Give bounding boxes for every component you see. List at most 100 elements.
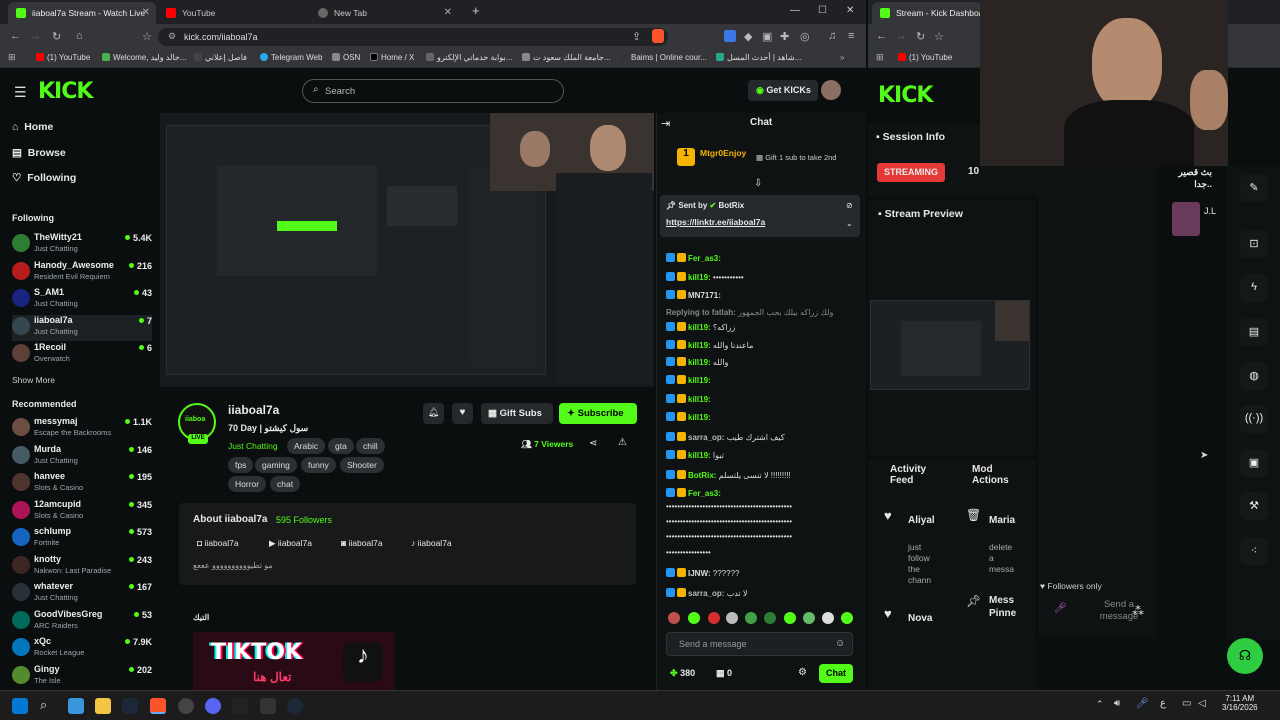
tab-kick-stream[interactable]: iiaboal7a Stream - Watch Live ✕ bbox=[8, 2, 156, 24]
sidebar-channel-item[interactable]: GoodVibesGreg ARC Raiders 53 bbox=[12, 609, 152, 635]
steam-icon[interactable] bbox=[287, 698, 303, 714]
menu-icon[interactable]: ≡ bbox=[848, 30, 854, 42]
gift-count[interactable]: ▦ 0 bbox=[716, 668, 732, 679]
chat-username[interactable]: kill19: bbox=[688, 376, 711, 385]
mic-icon[interactable]: 🎤︎ bbox=[1054, 603, 1067, 614]
tiktok-link[interactable]: ♪ iiaboal7a bbox=[411, 538, 452, 548]
wrench-icon[interactable]: ⚒ bbox=[1240, 492, 1268, 520]
tag-pill[interactable]: chat bbox=[270, 476, 301, 492]
sidebar-channel-item[interactable]: Gingy The Isle 202 bbox=[12, 664, 152, 690]
share-icon[interactable]: ⇪ bbox=[632, 30, 641, 43]
microphone-icon[interactable]: 🎤︎ bbox=[1136, 698, 1149, 709]
nav-browse[interactable]: ▤ Browse bbox=[12, 147, 66, 159]
lightning-icon[interactable]: ϟ bbox=[1240, 274, 1268, 302]
home-icon[interactable]: ⌂ bbox=[76, 30, 83, 42]
bookmark-item[interactable]: شاهد | أحدث المسل... bbox=[716, 53, 801, 62]
emote-icon[interactable]: ⁂ bbox=[1132, 604, 1144, 618]
more-bookmarks-icon[interactable]: » bbox=[840, 53, 844, 62]
tag-pill[interactable]: fps bbox=[228, 457, 254, 473]
layout-icon[interactable]: ▣ bbox=[1240, 449, 1268, 477]
epic-games-icon[interactable] bbox=[260, 698, 276, 714]
scroll-down-icon[interactable]: ⇩ bbox=[754, 178, 762, 189]
tag-pill[interactable]: gta bbox=[328, 438, 354, 454]
gift-sub-prompt[interactable]: ▦ Gift 1 sub to take 2nd bbox=[756, 153, 836, 162]
tiktok-banner[interactable]: TIKTOK تعال هنا ♪ bbox=[193, 632, 395, 690]
chat-username[interactable]: kill19: bbox=[688, 451, 711, 460]
media-icon[interactable]: ♫ bbox=[828, 30, 836, 42]
chat-settings-icon[interactable]: ⚙ bbox=[798, 667, 807, 678]
unpin-icon[interactable]: ⊘ bbox=[846, 201, 853, 210]
get-kicks-button[interactable]: ◉ Get KICKs bbox=[748, 80, 818, 101]
nav-following[interactable]: ♡ Following bbox=[12, 172, 76, 184]
close-window-icon[interactable]: ✕ bbox=[846, 5, 854, 16]
top-gifter-name[interactable]: Mtgr0Enjoy bbox=[700, 148, 746, 158]
sidebar-channel-item[interactable]: hanvee Slots & Casino 195 bbox=[12, 471, 152, 497]
share-icon[interactable]: ⋖ bbox=[589, 438, 597, 449]
camera-icon[interactable]: ⊡ bbox=[1240, 230, 1268, 258]
discord-icon[interactable] bbox=[205, 698, 221, 714]
emote-icon[interactable] bbox=[764, 612, 776, 624]
chat-username[interactable]: IJNW: bbox=[688, 569, 711, 578]
chat-username[interactable]: kill19: bbox=[688, 395, 711, 404]
chat-username[interactable]: kill19: bbox=[688, 273, 711, 282]
extension-icon[interactable] bbox=[724, 30, 736, 42]
brave-browser-icon[interactable] bbox=[150, 698, 166, 714]
emote-icon[interactable] bbox=[745, 612, 757, 624]
chat-username[interactable]: kill19: bbox=[688, 413, 711, 422]
sidebar-channel-item[interactable]: messymaj Escape the Backrooms 1.1K bbox=[12, 416, 152, 442]
youtube-link[interactable]: ▶ iiaboal7a bbox=[269, 538, 312, 549]
chat-username[interactable]: kill19: bbox=[688, 323, 711, 332]
report-icon[interactable]: ⚠ bbox=[618, 437, 627, 448]
steam-icon[interactable] bbox=[122, 698, 138, 714]
chat-username[interactable]: Replying to fatlah: bbox=[666, 308, 736, 317]
show-more-link[interactable]: Show More bbox=[12, 375, 55, 385]
search-icon[interactable]: ⌕ bbox=[40, 697, 47, 713]
clock[interactable]: 7:11 AM 3/16/2026 bbox=[1222, 694, 1258, 712]
bookmark-item[interactable]: فاصل إعلاني bbox=[194, 53, 247, 62]
bookmark-item[interactable]: Telegram Web bbox=[260, 53, 322, 62]
close-tab-icon[interactable]: ✕ bbox=[142, 7, 150, 18]
broadcast-icon[interactable]: ((·)) bbox=[1240, 405, 1268, 433]
pinned-link[interactable]: https://linktr.ee/iiaboal7a bbox=[666, 217, 765, 227]
maximize-icon[interactable]: ☐ bbox=[818, 5, 827, 16]
volume-icon[interactable]: ◁ bbox=[1198, 698, 1206, 709]
site-info-icon[interactable]: ⚙ bbox=[168, 31, 176, 42]
puzzle-icon[interactable]: ✚ bbox=[780, 30, 789, 43]
back-icon[interactable]: ← bbox=[876, 30, 887, 42]
chat-username[interactable]: BotRix: bbox=[688, 471, 716, 480]
tab-kick-dashboard[interactable]: Stream - Kick Dashboard bbox=[872, 2, 982, 24]
kick-logo[interactable]: KICK bbox=[38, 79, 93, 104]
edit-icon[interactable]: ✎ bbox=[1240, 174, 1268, 202]
emote-icon[interactable] bbox=[803, 612, 815, 624]
kick-logo[interactable]: KICK bbox=[878, 83, 933, 108]
tag-pill[interactable]: funny bbox=[301, 457, 336, 473]
bookmark-item[interactable]: OSN bbox=[332, 53, 360, 62]
hamburger-menu-icon[interactable]: ☰ bbox=[14, 84, 27, 101]
speaker-icon[interactable]: 🔊︎ bbox=[1114, 698, 1120, 709]
chat-username[interactable]: kill19: bbox=[688, 341, 711, 350]
sidebar-channel-item[interactable]: TheWitty21 Just Chatting 5.4K bbox=[12, 232, 152, 258]
sidebar-channel-item[interactable]: xQc Rocket League 7.9K bbox=[12, 636, 152, 662]
chevron-up-icon[interactable]: ⌃ bbox=[1096, 699, 1104, 710]
avatar[interactable] bbox=[821, 80, 841, 100]
bookmark-icon[interactable]: ☆ bbox=[934, 30, 944, 43]
file-explorer-icon[interactable] bbox=[95, 698, 111, 714]
sidebar-channel-item[interactable]: 1Recoil Overwatch 6 bbox=[12, 342, 152, 368]
document-icon[interactable]: ▤ bbox=[1240, 318, 1268, 346]
tab-youtube[interactable]: YouTube bbox=[158, 2, 306, 24]
forward-icon[interactable]: → bbox=[896, 30, 907, 42]
apps-grid-icon[interactable]: ⊞ bbox=[876, 52, 884, 63]
network-icon[interactable]: ▭ bbox=[1182, 698, 1191, 709]
chevron-down-icon[interactable]: ⌄ bbox=[846, 219, 853, 228]
tag-pill[interactable]: Shooter bbox=[340, 457, 384, 473]
extension-icon[interactable]: ▣ bbox=[762, 30, 772, 43]
close-tab-icon[interactable]: ✕ bbox=[444, 7, 452, 18]
tag-pill[interactable]: gaming bbox=[255, 457, 297, 473]
language-indicator[interactable]: ع bbox=[1160, 698, 1166, 709]
bookmark-item[interactable]: جامعة الملك سعود ت... bbox=[522, 53, 611, 62]
collapse-chat-icon[interactable]: ⇥ bbox=[661, 117, 670, 130]
sidebar-channel-item[interactable]: Murda Just Chatting 146 bbox=[12, 444, 152, 470]
minimize-icon[interactable]: — bbox=[790, 5, 800, 16]
notification-bell-button[interactable]: 🔔︎ bbox=[423, 403, 444, 424]
sidebar-channel-item[interactable]: S_AM1 Just Chatting 43 bbox=[12, 287, 152, 313]
